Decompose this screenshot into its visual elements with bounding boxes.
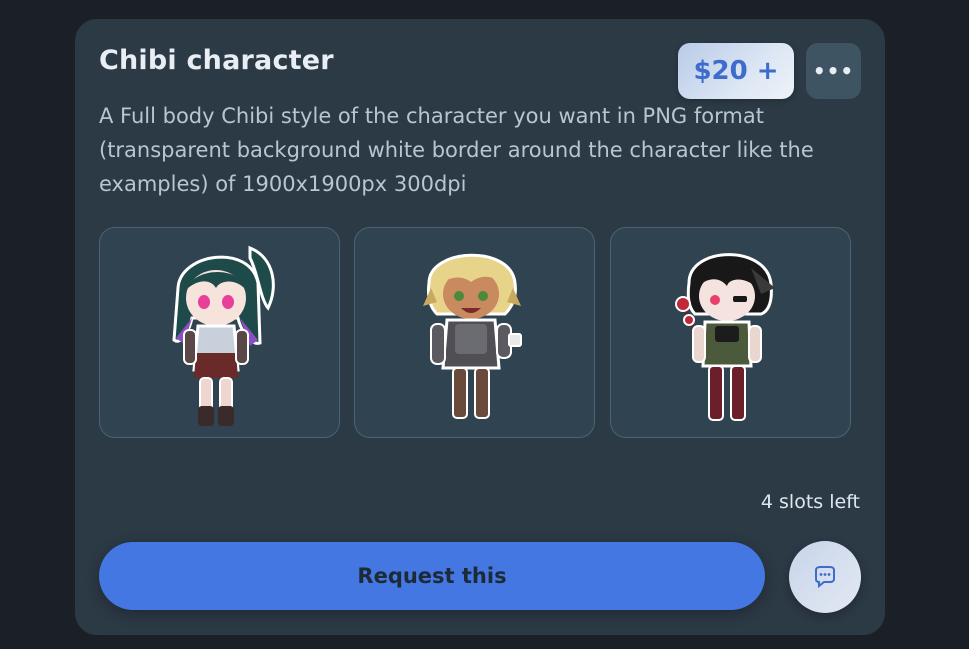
more-options-button[interactable]: ••• <box>806 43 861 99</box>
price-badge[interactable]: $20 + <box>678 43 794 99</box>
chibi-girl-teal-hair-image <box>172 245 275 426</box>
example-gallery <box>99 227 854 440</box>
chibi-man-blonde-hair-image <box>423 253 522 419</box>
gallery-image-1[interactable] <box>99 227 340 438</box>
gallery-image-2[interactable] <box>354 227 595 438</box>
more-horizontal-icon: ••• <box>812 59 855 83</box>
gallery-image-3[interactable] <box>610 227 851 438</box>
card-description: A Full body Chibi style of the character… <box>99 104 814 196</box>
slots-left-label: 4 slots left <box>760 491 860 513</box>
request-this-button[interactable]: Request this <box>99 542 765 610</box>
chat-button[interactable] <box>789 541 861 613</box>
chibi-man-black-hair-image <box>675 253 775 421</box>
commission-card: Chibi character $20 + ••• A Full body Ch… <box>75 19 885 635</box>
chat-bubble-icon <box>815 566 835 589</box>
card-title: Chibi character <box>99 45 334 76</box>
